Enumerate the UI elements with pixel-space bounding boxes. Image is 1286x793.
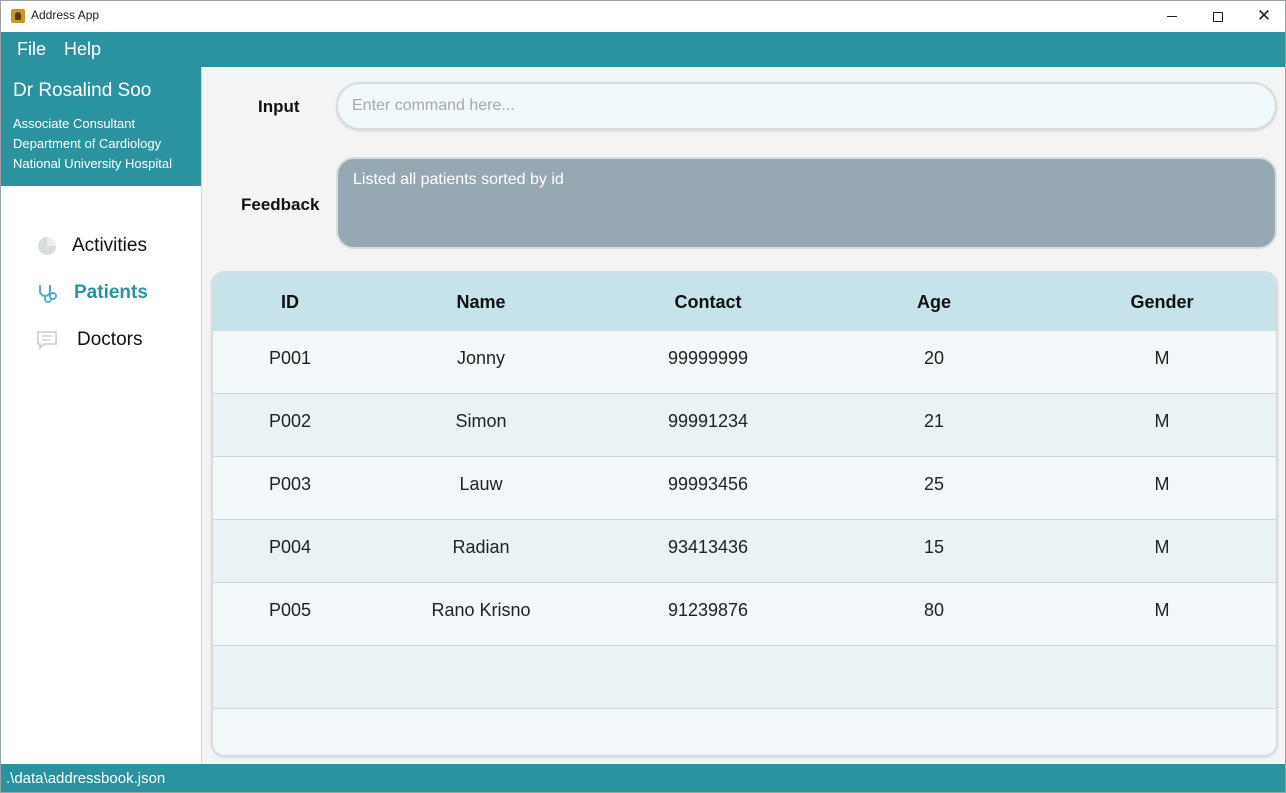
maximize-icon bbox=[1213, 11, 1223, 22]
sidebar-item-patients[interactable]: Patients bbox=[1, 269, 201, 316]
cell-age: 15 bbox=[923, 537, 945, 557]
sidebar-item-label: Activities bbox=[72, 234, 147, 256]
table-row[interactable]: P002 Simon 99991234 21 M bbox=[213, 394, 1276, 457]
feedback-text: Listed all patients sorted by id bbox=[353, 171, 564, 188]
minimize-button[interactable] bbox=[1149, 1, 1195, 32]
cell-contact: 93413436 bbox=[667, 537, 749, 557]
cell-gender: M bbox=[1154, 348, 1170, 368]
maximize-button[interactable] bbox=[1195, 1, 1241, 32]
table-row[interactable]: P003 Lauw 99993456 25 M bbox=[213, 457, 1276, 520]
table-row[interactable]: P004 Radian 93413436 15 M bbox=[213, 520, 1276, 583]
cell-gender: M bbox=[1154, 474, 1170, 494]
profile-department: Department of Cardiology bbox=[13, 136, 162, 151]
table-row[interactable]: P001 Jonny 99999999 20 M bbox=[213, 331, 1276, 394]
menu-file[interactable]: File bbox=[17, 39, 46, 60]
column-header-id[interactable]: ID bbox=[281, 292, 299, 313]
column-header-age[interactable]: Age bbox=[917, 292, 951, 313]
patient-table: ID Name Contact Age Gender P001 Jonny 99… bbox=[211, 271, 1278, 757]
cell-name: Simon bbox=[455, 411, 507, 431]
column-header-gender[interactable]: Gender bbox=[1130, 292, 1193, 313]
cell-contact: 99993456 bbox=[667, 474, 749, 494]
column-header-contact[interactable]: Contact bbox=[675, 292, 742, 313]
cell-name: Jonny bbox=[456, 348, 506, 368]
feedback-box: Listed all patients sorted by id bbox=[336, 157, 1277, 249]
cell-gender: M bbox=[1154, 537, 1170, 557]
cell-age: 20 bbox=[923, 348, 945, 368]
app-logo-icon bbox=[11, 9, 25, 23]
cell-id: P001 bbox=[268, 348, 312, 368]
cell-id: P003 bbox=[268, 474, 312, 494]
table-header: ID Name Contact Age Gender bbox=[213, 273, 1276, 331]
close-icon: ✕ bbox=[1256, 6, 1272, 26]
input-label: Input bbox=[258, 97, 300, 116]
main-panel: Input Feedback Listed all patients sorte… bbox=[203, 67, 1285, 764]
table-row[interactable]: P005 Rano Krisno 91239876 80 M bbox=[213, 583, 1276, 646]
cell-gender: M bbox=[1154, 600, 1170, 620]
cell-id: P002 bbox=[268, 411, 312, 431]
cell-name: Radian bbox=[452, 537, 510, 557]
chat-bubble-icon bbox=[37, 330, 57, 350]
cell-contact: 99999999 bbox=[667, 348, 749, 368]
profile-name: Dr Rosalind Soo bbox=[13, 80, 152, 101]
cell-gender: M bbox=[1154, 411, 1170, 431]
app-window: Address App ✕ File Help Dr Rosalind Soo … bbox=[0, 0, 1286, 793]
cell-id: P005 bbox=[268, 600, 312, 620]
sidebar-item-doctors[interactable]: Doctors bbox=[1, 316, 201, 363]
sidebar-item-label: Patients bbox=[74, 281, 148, 303]
sidebar-nav: Activities Patients Doctors bbox=[1, 186, 201, 363]
menu-bar: File Help bbox=[1, 32, 1285, 67]
close-button[interactable]: ✕ bbox=[1241, 1, 1285, 32]
cell-age: 21 bbox=[923, 411, 945, 431]
table-row-empty bbox=[213, 646, 1276, 709]
profile-role: Associate Consultant bbox=[13, 116, 136, 131]
cell-age: 80 bbox=[923, 600, 945, 620]
title-bar[interactable]: Address App ✕ bbox=[1, 1, 1285, 32]
status-bar: .\data\addressbook.json bbox=[1, 764, 1285, 792]
cell-age: 25 bbox=[923, 474, 945, 494]
cell-id: P004 bbox=[268, 537, 312, 557]
sidebar-item-label: Doctors bbox=[77, 328, 143, 350]
sidebar-item-activities[interactable]: Activities bbox=[1, 222, 201, 269]
minimize-icon bbox=[1167, 16, 1177, 17]
feedback-label: Feedback bbox=[241, 195, 320, 214]
column-header-name[interactable]: Name bbox=[456, 292, 505, 313]
table-row-empty bbox=[213, 709, 1276, 755]
cell-contact: 99991234 bbox=[667, 411, 749, 431]
command-input[interactable] bbox=[336, 82, 1277, 130]
menu-help[interactable]: Help bbox=[64, 39, 101, 60]
cell-contact: 91239876 bbox=[667, 600, 749, 620]
sidebar: Dr Rosalind Soo Associate Consultant Dep… bbox=[1, 67, 202, 764]
cell-name: Lauw bbox=[459, 474, 503, 494]
stethoscope-icon bbox=[39, 284, 57, 303]
window-title: Address App bbox=[31, 8, 100, 22]
pie-chart-icon bbox=[38, 236, 56, 255]
cell-name: Rano Krisno bbox=[431, 600, 531, 620]
data-file-path: .\data\addressbook.json bbox=[6, 770, 166, 787]
profile-hospital: National University Hospital bbox=[13, 156, 172, 171]
doctor-profile: Dr Rosalind Soo Associate Consultant Dep… bbox=[1, 67, 201, 186]
